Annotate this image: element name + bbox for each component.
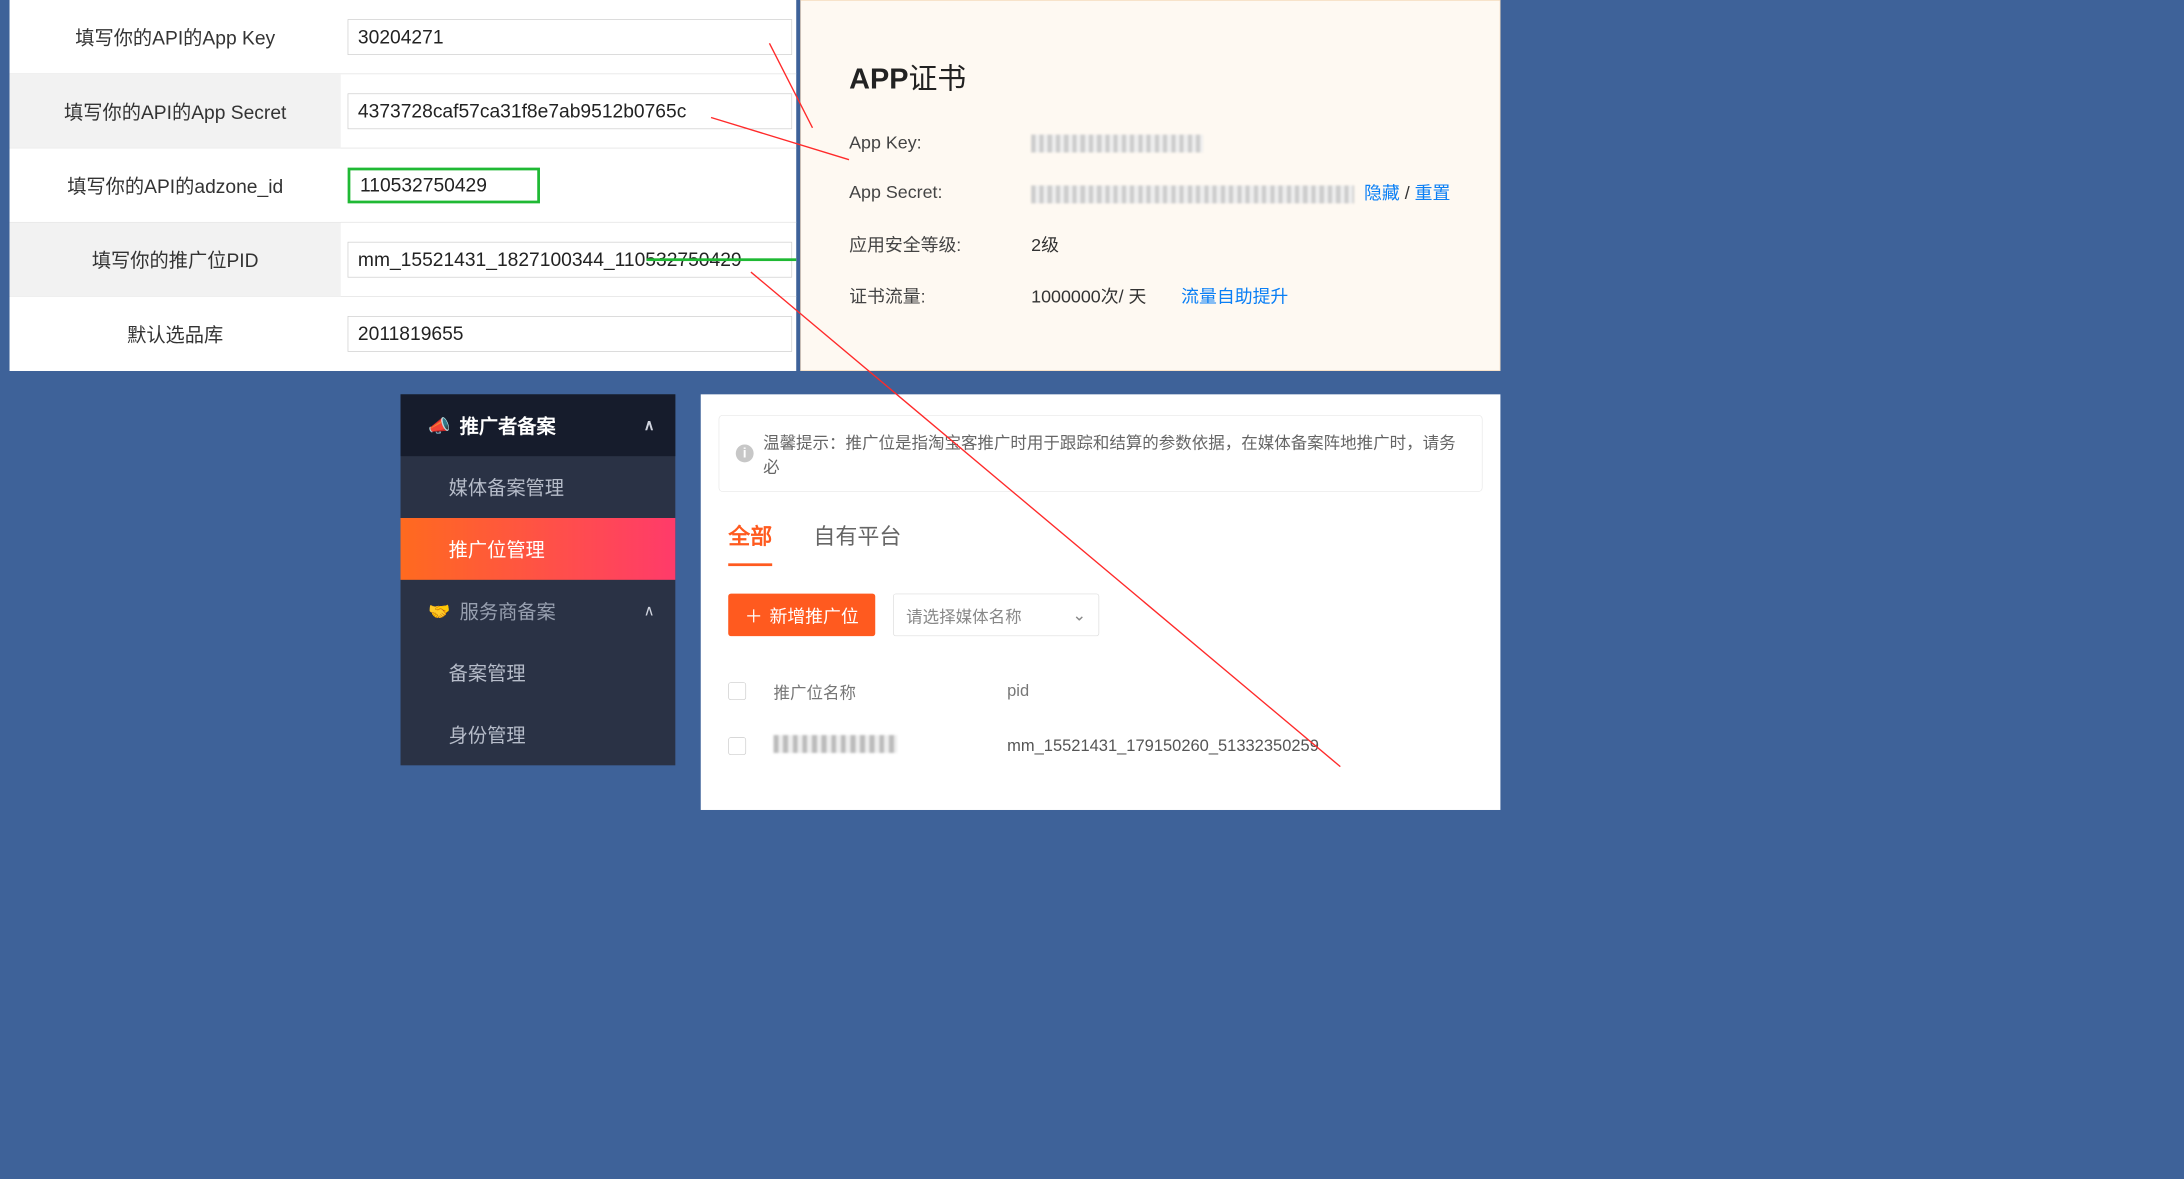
chevron-up-icon: ∧ [644,416,655,434]
chevron-up-icon: ∧ [644,602,655,620]
notice-bar: i 温馨提示：推广位是指淘宝客推广时用于跟踪和结算的参数依据，在媒体备案阵地推广… [719,415,1483,492]
cert-title: APP证书 [849,56,1458,98]
promo-toolbar: ＋ 新增推广位 请选择媒体名称 ⌄ [728,594,1473,637]
cert-app-secret-label: App Secret: [849,181,1031,202]
sidebar-item-promo-manage[interactable]: 推广位管理 [401,518,676,580]
api-config-form: 填写你的API的App Key 填写你的API的App Secret 填写你的A… [10,0,797,371]
col-header-pid: pid [1007,682,1473,701]
sidebar-section-promoter-label: 推广者备案 [460,412,556,439]
input-adzone-id[interactable] [348,167,540,203]
row-app-key: 填写你的API的App Key [10,0,797,74]
chevron-down-icon: ⌄ [1072,605,1086,625]
link-reset[interactable]: 重置 [1415,183,1451,204]
cert-app-key-label: App Key: [849,132,1031,153]
tab-all[interactable]: 全部 [728,519,772,566]
promotion-panel: i 温馨提示：推广位是指淘宝客推广时用于跟踪和结算的参数依据，在媒体备案阵地推广… [701,394,1501,810]
col-header-name: 推广位名称 [774,679,1008,703]
row-default-library: 默认选品库 [10,297,797,371]
tab-own-platform[interactable]: 自有平台 [813,519,901,566]
media-select-placeholder: 请选择媒体名称 [906,603,1021,627]
sidebar-item-media-manage[interactable]: 媒体备案管理 [401,456,676,518]
row-name-blurred [774,735,898,753]
label-adzone: 填写你的API的adzone_id [10,148,341,222]
plus-icon: ＋ [745,602,763,627]
info-icon: i [736,444,754,462]
row-pid-value: mm_15521431_179150260_51332350259 [1007,736,1473,755]
promo-tabs: 全部 自有平台 [728,519,1473,566]
add-promo-label: 新增推广位 [769,602,858,627]
handshake-icon [428,600,449,621]
separator: / [1405,183,1415,204]
cert-security-value: 2级 [1031,231,1458,256]
input-default-library[interactable] [348,316,792,352]
label-app-secret: 填写你的API的App Secret [10,74,341,148]
canvas: 填写你的API的App Key 填写你的API的App Secret 填写你的A… [0,0,1500,810]
checkbox-all[interactable] [728,682,746,700]
megaphone-icon [428,415,449,436]
cert-app-secret-row: App Secret: 隐藏 / 重置 [849,179,1458,204]
label-app-key: 填写你的API的App Key [10,0,341,74]
sidebar-item-identity-manage[interactable]: 身份管理 [401,703,676,765]
cert-security-label: 应用安全等级: [849,231,1031,256]
sidebar-section-provider-label: 服务商备案 [460,597,556,624]
add-promo-button[interactable]: ＋ 新增推广位 [728,594,875,637]
row-adzone: 填写你的API的adzone_id [10,148,797,222]
table-row: mm_15521431_179150260_51332350259 [728,719,1473,774]
cert-flow-value: 1000000次/ 天 [1031,286,1146,307]
cert-app-key-row: App Key: [849,132,1458,153]
sidebar-item-filing-manage[interactable]: 备案管理 [401,642,676,704]
cert-security-row: 应用安全等级: 2级 [849,231,1458,256]
promo-table: 推广位名称 pid mm_15521431_179150260_51332350… [728,664,1473,774]
label-default-library: 默认选品库 [10,297,341,371]
highlight-underline [646,258,796,261]
label-pid: 填写你的推广位PID [10,223,341,297]
media-select[interactable]: 请选择媒体名称 ⌄ [893,594,1099,637]
app-certificate-panel: APP证书 App Key: App Secret: 隐藏 / 重置 应用安全等… [800,0,1500,371]
input-app-secret[interactable] [348,93,792,129]
link-hide[interactable]: 隐藏 [1364,183,1400,204]
sidebar: 推广者备案 ∧ 媒体备案管理 推广位管理 服务商备案 ∧ 备案管理 身份管理 [401,394,676,765]
sidebar-section-promoter[interactable]: 推广者备案 ∧ [401,394,676,456]
notice-text: 温馨提示：推广位是指淘宝客推广时用于跟踪和结算的参数依据，在媒体备案阵地推广时，… [763,429,1465,477]
row-pid: 填写你的推广位PID [10,223,797,297]
cert-flow-row: 证书流量: 1000000次/ 天 流量自助提升 [849,282,1458,307]
cert-app-secret-value-blurred [1031,186,1354,204]
cert-flow-label: 证书流量: [849,282,1031,307]
link-flow-self-upgrade[interactable]: 流量自助提升 [1181,286,1288,307]
table-header: 推广位名称 pid [728,664,1473,719]
row-app-secret: 填写你的API的App Secret [10,74,797,148]
checkbox-row[interactable] [728,737,746,755]
sidebar-section-provider[interactable]: 服务商备案 ∧ [401,580,676,642]
input-app-key[interactable] [348,19,792,55]
cert-app-key-value-blurred [1031,135,1203,153]
